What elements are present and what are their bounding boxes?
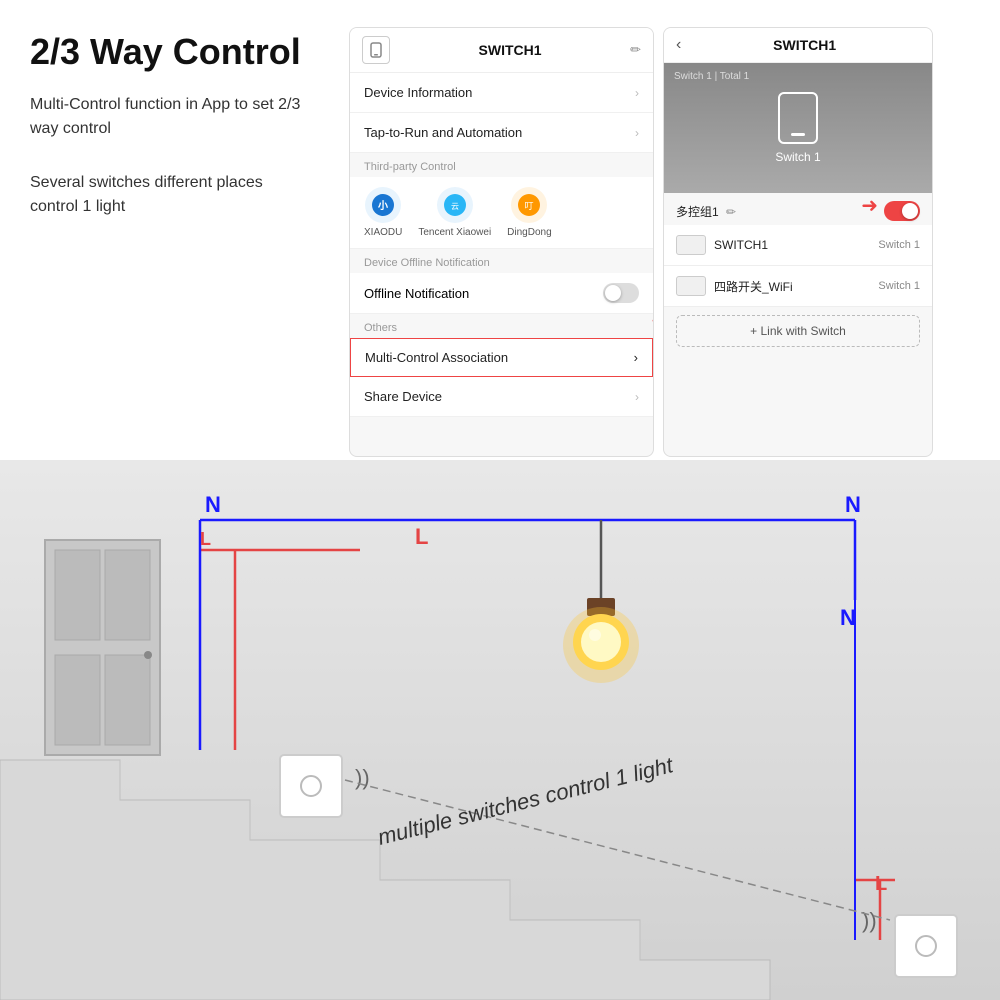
chevron-icon: › xyxy=(635,390,639,404)
device-list-item-4way: 四路开关_WiFi Switch 1 xyxy=(664,266,932,307)
menu-item-tap-to-run[interactable]: Tap-to-Run and Automation › xyxy=(350,113,653,153)
third-party-row: 小 XIAODU 云 Tencent Xiaowei xyxy=(350,177,653,249)
red-arrow-toggle-icon: ➜ xyxy=(861,193,878,218)
back-arrow-icon[interactable]: ‹ xyxy=(676,36,681,54)
chevron-icon: › xyxy=(635,126,639,140)
edit-icon[interactable]: ✏ xyxy=(630,42,641,58)
svg-text:N: N xyxy=(205,492,221,517)
svg-text:)): )) xyxy=(355,765,370,790)
device-name-switch1: SWITCH1 xyxy=(714,238,870,252)
desc-text2: Several switches different places contro… xyxy=(30,171,310,219)
svg-text:)): )) xyxy=(862,908,877,933)
device-name: Switch 1 xyxy=(775,150,820,164)
icon-bar xyxy=(791,133,805,136)
tp-dingdong-label: DingDong xyxy=(507,227,551,238)
multicontrol-toggle[interactable] xyxy=(884,201,920,221)
device-icon-wrapper: Switch 1 xyxy=(775,92,820,164)
left-phone-header: SWITCH1 ✏ xyxy=(350,28,653,73)
svg-text:小: 小 xyxy=(377,199,388,212)
multicontrol-group-label: 多控组1 ✏ xyxy=(676,203,736,220)
banner-label: Switch 1 | Total 1 xyxy=(674,71,749,82)
section-offline: Device Offline Notification xyxy=(350,249,653,273)
edit-small-icon[interactable]: ✏ xyxy=(726,205,736,219)
multicontrol-section-wrapper: 多控组1 ✏ ➜ xyxy=(664,193,932,225)
tp-xiaodu-label: XIAODU xyxy=(364,227,402,238)
tp-tencent[interactable]: 云 Tencent Xiaowei xyxy=(418,187,491,238)
device-sub-switch1: Switch 1 xyxy=(878,239,920,251)
device-thumb-icon2 xyxy=(676,276,706,296)
device-thumb-icon xyxy=(676,235,706,255)
section-third-party: Third-party Control xyxy=(350,153,653,177)
right-phone-header: ‹ SWITCH1 xyxy=(664,28,932,63)
tp-xiaodu[interactable]: 小 XIAODU xyxy=(364,187,402,238)
share-label: Share Device xyxy=(364,389,442,404)
left-phone: SWITCH1 ✏ Device Information › Tap-to-Ru… xyxy=(349,27,654,457)
multi-control-item[interactable]: Multi-Control Association › xyxy=(350,338,653,377)
svg-text:N: N xyxy=(845,492,861,517)
main-title: 2/3 Way Control xyxy=(30,30,310,73)
multi-control-label: Multi-Control Association xyxy=(365,350,508,365)
device-list-item-switch1: SWITCH1 Switch 1 xyxy=(664,225,932,266)
offline-toggle[interactable] xyxy=(603,283,639,303)
menu-list: Device Information › Tap-to-Run and Auto… xyxy=(350,73,653,456)
chevron-icon: › xyxy=(634,350,638,365)
right-phone: ‹ SWITCH1 Switch 1 | Total 1 Switch 1 多控… xyxy=(663,27,933,457)
offline-label: Offline Notification xyxy=(364,286,469,301)
offline-notification-row: Offline Notification xyxy=(350,273,653,314)
phone-device-icon xyxy=(362,36,390,64)
tp-tencent-label: Tencent Xiaowei xyxy=(418,227,491,238)
svg-text:N: N xyxy=(840,605,856,630)
left-phone-title: SWITCH1 xyxy=(398,42,622,58)
left-panel: 2/3 Way Control Multi-Control function i… xyxy=(0,0,340,460)
section-others: Others xyxy=(350,314,653,338)
svg-text:L: L xyxy=(415,524,428,549)
svg-text:叮: 叮 xyxy=(525,201,534,211)
tp-dingdong[interactable]: 叮 DingDong xyxy=(507,187,551,238)
menu-item-share[interactable]: Share Device › xyxy=(350,377,653,417)
device-name-4way: 四路开关_WiFi xyxy=(714,278,870,295)
device-banner: Switch 1 | Total 1 Switch 1 xyxy=(664,63,932,193)
desc-text1: Multi-Control function in App to set 2/3… xyxy=(30,93,310,141)
svg-text:L: L xyxy=(200,529,211,549)
svg-text:云: 云 xyxy=(451,202,459,211)
svg-text:multiple switches control 1 li: multiple switches control 1 light xyxy=(375,752,676,850)
right-phone-title: SWITCH1 xyxy=(689,37,920,53)
menu-item-device-info[interactable]: Device Information › xyxy=(350,73,653,113)
bottom-diagram: N N L L )) N L xyxy=(0,460,1000,1000)
device-sub-4way: Switch 1 xyxy=(878,280,920,292)
chevron-icon: › xyxy=(635,86,639,100)
device-phone-icon xyxy=(778,92,818,144)
link-switch-button[interactable]: + Link with Switch xyxy=(676,315,920,347)
